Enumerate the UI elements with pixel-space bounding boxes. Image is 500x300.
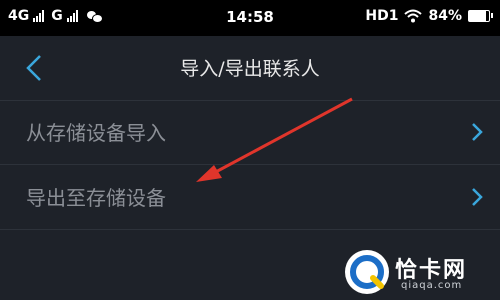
watermark-logo: 恰卡网 qiaqa.com	[345, 250, 495, 296]
watermark-url: qiaqa.com	[401, 280, 463, 291]
watermark-logo-icon	[345, 250, 389, 294]
screen: 4G G 14:58 HD1 84% 导入/导出联系人 从存储设备导入 导出至存…	[0, 0, 500, 300]
